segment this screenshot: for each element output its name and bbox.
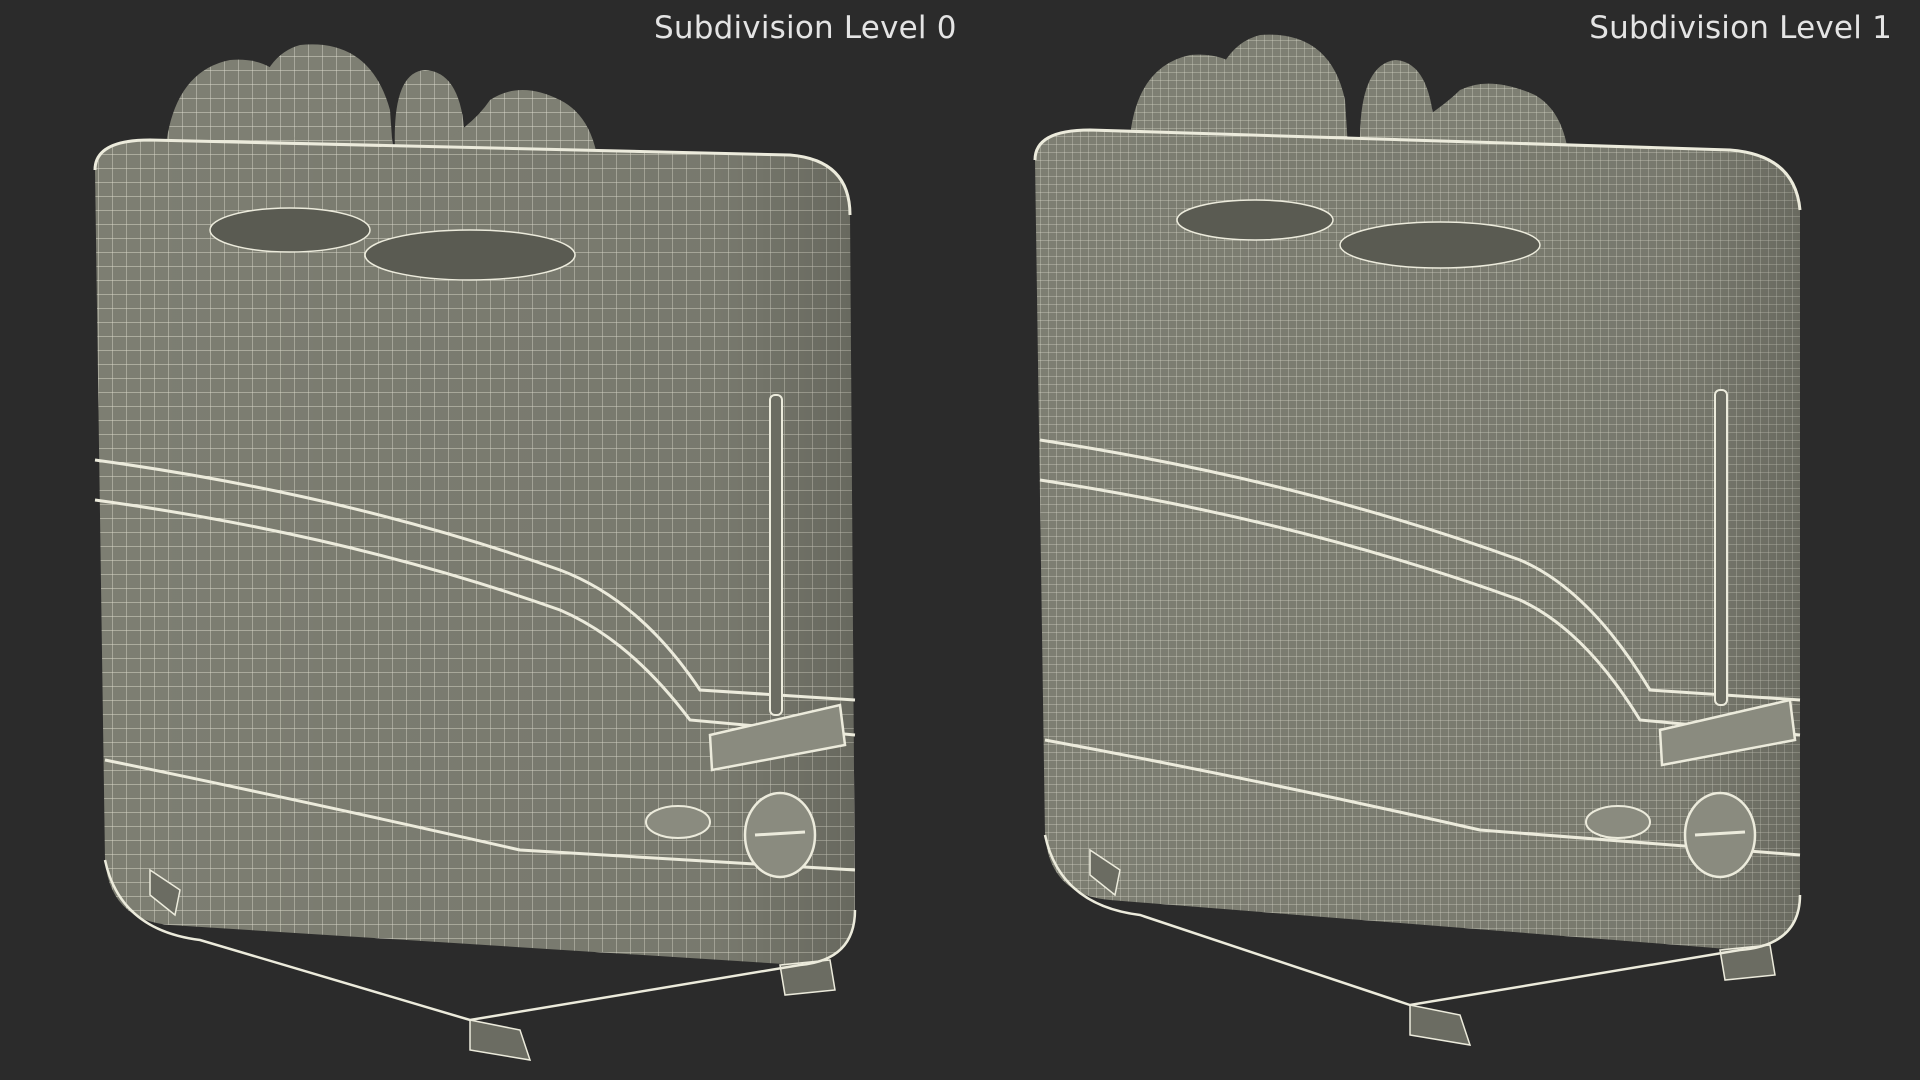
toaster-body-left <box>93 138 857 1061</box>
toaster-body-right <box>1033 128 1802 1046</box>
toaster-render-level-1 <box>1033 34 1802 1046</box>
viewport-stage: Subdivision Level 0 Subdivision Level 1 <box>0 0 1920 1080</box>
toaster-render-level-0 <box>93 44 857 1061</box>
